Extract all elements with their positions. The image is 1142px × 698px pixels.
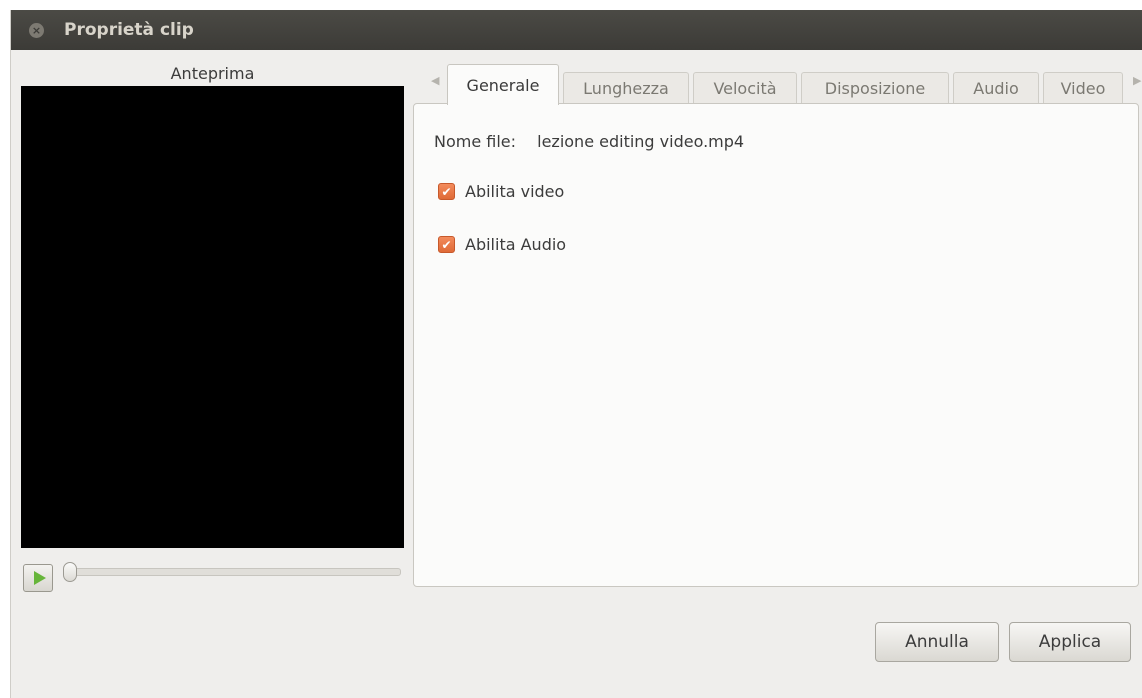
clip-properties-dialog: × Proprietà clip Anteprima ◀ Generale Lu…	[10, 10, 1142, 698]
play-button[interactable]	[23, 564, 53, 592]
seek-slider-track[interactable]	[69, 568, 401, 576]
play-icon	[33, 571, 46, 585]
enable-audio-checkbox[interactable]: ✔	[438, 236, 455, 253]
filename-row: Nome file: lezione editing video.mp4	[434, 132, 744, 151]
tab-disposizione[interactable]: Disposizione	[801, 72, 949, 104]
filename-value: lezione editing video.mp4	[537, 132, 745, 151]
title-bar: × Proprietà clip	[11, 10, 1142, 50]
tab-scroll-right-icon[interactable]: ▶	[1133, 74, 1141, 87]
tab-scroll-left-icon[interactable]: ◀	[431, 74, 439, 87]
seek-slider-handle[interactable]	[63, 562, 77, 582]
video-preview	[21, 86, 404, 548]
enable-audio-label[interactable]: Abilita Audio	[465, 235, 566, 254]
tab-audio[interactable]: Audio	[953, 72, 1039, 104]
filename-label: Nome file:	[434, 132, 517, 151]
tab-lunghezza[interactable]: Lunghezza	[563, 72, 689, 104]
enable-video-label[interactable]: Abilita video	[465, 182, 564, 201]
tab-generale[interactable]: Generale	[447, 64, 559, 105]
tab-bar: ◀ Generale Lunghezza Velocità Disposizio…	[423, 64, 1142, 105]
preview-label: Anteprima	[170, 64, 255, 83]
apply-button[interactable]: Applica	[1009, 622, 1131, 662]
enable-video-checkbox[interactable]: ✔	[438, 183, 455, 200]
tab-velocita[interactable]: Velocità	[693, 72, 797, 104]
tab-video[interactable]: Video	[1043, 72, 1123, 104]
enable-audio-row[interactable]: ✔ Abilita Audio	[438, 235, 566, 254]
general-tab-panel: Nome file: lezione editing video.mp4 ✔ A…	[413, 103, 1139, 587]
window-title: Proprietà clip	[64, 20, 194, 40]
enable-video-row[interactable]: ✔ Abilita video	[438, 182, 564, 201]
cancel-button[interactable]: Annulla	[875, 622, 999, 662]
close-icon[interactable]: ×	[29, 22, 44, 38]
